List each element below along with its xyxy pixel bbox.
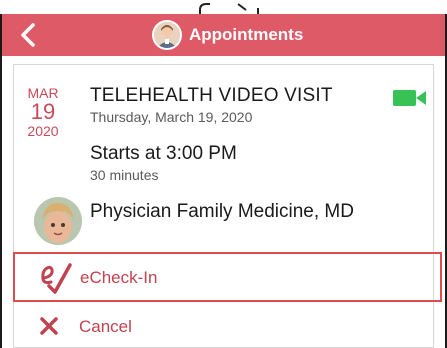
date-badge: MAR 19 2020 [22,85,64,139]
date-year: 2020 [27,123,59,139]
duration: 30 minutes [90,167,159,183]
nav-title-group: Appointments [152,20,303,50]
date-day: 19 [30,99,56,124]
cancel-button[interactable]: Cancel [14,306,433,346]
echeck-in-button[interactable]: eCheck-In [13,252,442,302]
back-button[interactable] [16,22,40,48]
x-mark-icon [40,317,58,335]
page-title: Appointments [189,25,304,44]
video-camera-icon [393,90,426,106]
echeck-in-label: eCheck-In [80,268,158,287]
cancel-label: Cancel [79,317,132,336]
chevron-left-icon [21,23,35,47]
nav-bar: Appointments [0,14,447,56]
start-time: Starts at 3:00 PM [90,143,237,164]
provider-avatar [34,197,82,245]
provider-name: Physician Family Medicine, MD [90,201,354,222]
echeck-in-icon [41,263,72,294]
user-avatar-icon [152,20,182,50]
visit-title: TELEHEALTH VIDEO VISIT [90,85,333,106]
visit-full-date: Thursday, March 19, 2020 [90,109,253,125]
status-bar-remnant [0,0,447,14]
